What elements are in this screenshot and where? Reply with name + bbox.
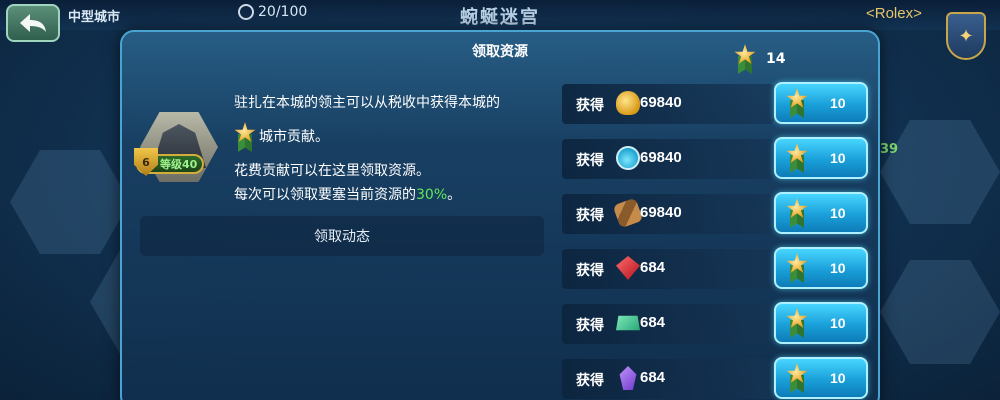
description-line-4: 每次可以领取要塞当前资源的30%。 [234,186,461,204]
claim-gold-button[interactable]: 10 [774,82,868,124]
row-label: 获得 [576,373,604,389]
gold-coins-icon [616,91,640,115]
percentage-value: 30% [416,187,448,203]
back-arrow-icon [20,14,46,32]
resource-row-jade: 获得 684 10 [562,302,868,346]
contribution-medal-icon [786,198,808,228]
claim-cost: 10 [830,370,846,386]
description-line-2-text: 城市贡献。 [259,129,329,145]
resource-amount: 69840 [640,94,682,111]
contribution-medal-icon [786,88,808,118]
resource-amount: 684 [640,259,666,276]
city-type-label: 中型城市 [68,10,121,25]
claim-log-button[interactable]: 领取动态 [140,216,544,256]
contribution-medal-icon [734,44,756,74]
elixir-flask-icon [616,146,640,170]
background-hex-tile [880,260,1000,364]
claim-jade-button[interactable]: 10 [774,302,868,344]
description-line-2: 城市贡献。 [234,122,329,152]
contribution-medal-icon [786,308,808,338]
contribution-medal-icon [234,122,256,152]
description-line-4-text: 每次可以领取要塞当前资源的 [234,187,416,203]
description-line-3: 花费贡献可以在这里领取资源。 [234,163,430,179]
contribution-medal-icon [786,363,808,393]
player-name: <Rolex> [866,5,922,22]
background-number: 39 [880,142,899,157]
contribution-medal-icon [786,253,808,283]
resource-amount: 69840 [640,204,682,221]
background-hex-tile [880,120,1000,224]
map-title: 蜿蜒迷宫 [460,7,540,28]
medal-total-value: 14 [766,51,786,67]
medal-total: 14 [734,44,785,74]
flag-icon [238,4,254,20]
claim-resources-dialog: 领取资源 14 等级40 6 驻扎在本城的领主可以从税收中获得本城的 城市贡献。… [120,30,880,400]
claim-wood-button[interactable]: 10 [774,192,868,234]
row-label: 获得 [576,98,604,114]
claim-cost: 10 [830,95,846,111]
resource-row-crystal: 获得 684 10 [562,357,868,400]
alliance-shield-icon[interactable]: ✦ [946,12,986,60]
row-label: 获得 [576,153,604,169]
claim-cost: 10 [830,315,846,331]
back-button[interactable] [6,4,60,42]
resource-row-elixir: 获得 69840 10 [562,137,868,181]
claim-cost: 10 [830,260,846,276]
claim-crystal-button[interactable]: 10 [774,357,868,399]
contribution-medal-icon [786,143,808,173]
claim-elixir-button[interactable]: 10 [774,137,868,179]
claim-cost: 10 [830,205,846,221]
resource-amount: 69840 [640,149,682,166]
resource-row-wood: 获得 69840 10 [562,192,868,236]
row-label: 获得 [576,318,604,334]
description-line-4-end: 。 [447,187,462,203]
flag-counter: 20/100 [238,4,307,20]
row-label: 获得 [576,208,604,224]
resource-amount: 684 [640,314,666,331]
description-line-1: 驻扎在本城的领主可以从税收中获得本城的 [234,95,500,111]
row-label: 获得 [576,263,604,279]
resource-amount: 684 [640,369,666,386]
claim-ruby-button[interactable]: 10 [774,247,868,289]
resource-row-ruby: 获得 684 10 [562,247,868,291]
claim-cost: 10 [830,150,846,166]
background-hex-tile [10,150,130,254]
resource-row-gold: 获得 69840 10 [562,82,868,126]
flag-count-value: 20/100 [258,4,308,20]
